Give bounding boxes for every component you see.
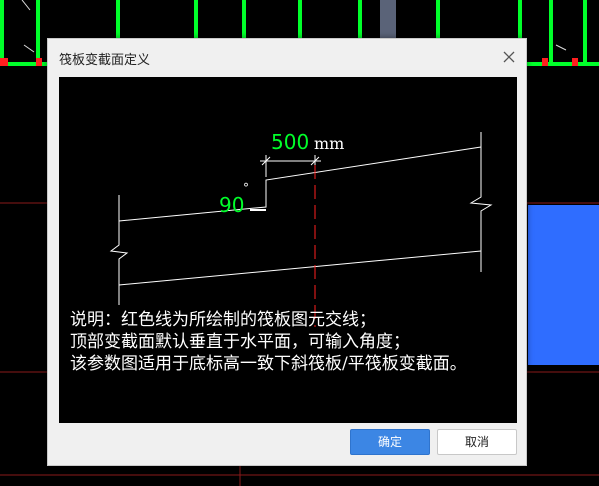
note-line: 说明：红色线为所绘制的筏板图元交线；	[70, 310, 376, 330]
dialog-titlebar[interactable]: 筏板变截面定义	[48, 39, 526, 75]
diagram-notes: 说明：红色线为所绘制的筏板图元交线； 顶部变截面默认垂直于水平面，可输入角度； …	[70, 309, 467, 375]
dimension-unit: mm	[314, 134, 344, 153]
close-icon[interactable]	[500, 48, 518, 66]
left-break-line	[109, 195, 129, 305]
note-line: 顶部变截面默认垂直于水平面，可输入角度；	[70, 332, 410, 352]
width-dimension	[260, 155, 321, 177]
slab-top-surface	[118, 146, 482, 222]
cad-blue-slab	[528, 205, 599, 365]
note-line: 该参数图适用于底标高一致下斜筏板/平筏板变截面。	[70, 354, 467, 374]
section-preview-diagram: 500 mm 90 ° 说明：红色线为所绘制的筏板图元交线； 顶部变截面默认垂直…	[59, 77, 517, 423]
angle-degree-symbol: °	[243, 181, 249, 195]
dimension-value: 500	[271, 130, 309, 154]
raft-section-dialog: 筏板变截面定义 500 mm 90 ° 说明：红色线为所绘制的筏板图元交线； 顶…	[47, 38, 527, 466]
ok-button[interactable]: 确定	[350, 429, 430, 455]
cancel-button[interactable]: 取消	[437, 429, 517, 455]
angle-value: 90	[219, 193, 244, 217]
dialog-title: 筏板变截面定义	[59, 53, 151, 68]
cad-column	[380, 0, 396, 40]
slab-bottom-surface	[118, 250, 482, 286]
